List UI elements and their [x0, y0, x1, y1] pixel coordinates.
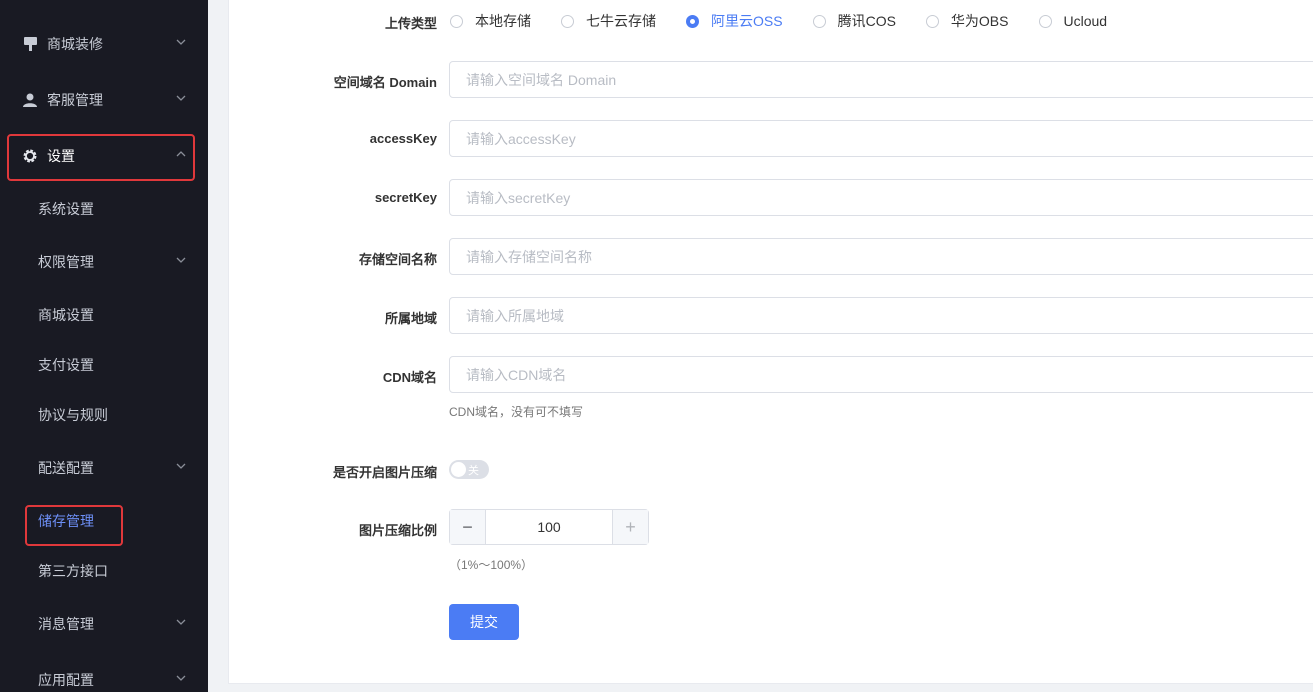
sidebar-item-label: 客服管理 — [47, 92, 103, 108]
radio-dot[interactable] — [561, 14, 574, 28]
ratio-value[interactable]: 100 — [486, 510, 612, 544]
sidebar-item-label: 支付设置 — [38, 357, 94, 373]
sidebar-item-label: 消息管理 — [38, 616, 94, 632]
cdn-label: CDN域名 — [382, 370, 437, 385]
sidebar-item-app-config[interactable]: 应用配置 — [0, 655, 208, 692]
sidebar-item-label: 商城设置 — [38, 307, 94, 323]
sidebar-item-label: 商城装修 — [47, 36, 103, 52]
domain-label: 空间域名 Domain — [333, 75, 437, 90]
sidebar-item-messages[interactable]: 消息管理 — [0, 599, 208, 649]
radio-local-storage[interactable]: 本地存储 — [450, 11, 531, 31]
access-key-input[interactable] — [449, 120, 1313, 157]
sidebar-item-delivery-config[interactable]: 配送配置 — [0, 443, 208, 493]
content-card — [228, 0, 1313, 684]
radio-label: 本地存储 — [475, 13, 531, 29]
sidebar-item-third-party[interactable]: 第三方接口 — [0, 546, 208, 596]
chevron-down-icon — [176, 461, 186, 471]
ratio-label: 图片压缩比例 — [358, 523, 437, 538]
decrease-button[interactable]: − — [450, 510, 486, 544]
user-icon — [22, 92, 38, 108]
chevron-down-icon — [176, 93, 186, 103]
radio-dot[interactable] — [450, 14, 463, 28]
increase-button[interactable]: + — [612, 510, 648, 544]
storage-highlight-box — [25, 505, 123, 546]
submit-button[interactable]: 提交 — [449, 604, 519, 640]
bucket-label: 存储空间名称 — [358, 252, 437, 267]
bucket-input[interactable] — [449, 238, 1313, 275]
region-input[interactable] — [449, 297, 1313, 334]
radio-aliyun-oss[interactable]: 阿里云OSS — [686, 11, 783, 31]
radio-tencent-cos[interactable]: 腾讯COS — [812, 11, 896, 31]
settings-highlight-box — [7, 134, 195, 181]
radio-dot[interactable] — [686, 14, 699, 28]
chevron-down-icon — [176, 255, 186, 265]
toggle-knob — [451, 462, 466, 477]
sidebar-item-label: 配送配置 — [38, 460, 94, 476]
chevron-down-icon — [176, 673, 186, 683]
sidebar-item-label: 应用配置 — [38, 672, 94, 688]
radio-label: 华为OBS — [950, 13, 1009, 29]
radio-dot[interactable] — [1038, 14, 1052, 28]
sidebar-item-payment-settings[interactable]: 支付设置 — [0, 340, 208, 390]
sidebar: 商城装修 客服管理 设置 系统设置 权限管理 商城设置 支付设置 协议与规则 配… — [0, 0, 208, 692]
radio-dot[interactable] — [925, 14, 939, 28]
radio-qiniu[interactable]: 七牛云存储 — [561, 11, 656, 31]
sidebar-item-agreements[interactable]: 协议与规则 — [0, 390, 208, 440]
compress-label: 是否开启图片压缩 — [332, 465, 437, 480]
radio-huawei-obs[interactable]: 华为OBS — [925, 11, 1009, 31]
sidebar-item-label: 系统设置 — [38, 201, 94, 217]
sidebar-item-permissions[interactable]: 权限管理 — [0, 237, 208, 287]
sidebar-item-mall-decoration[interactable]: 商城装修 — [0, 19, 208, 69]
radio-label: 腾讯COS — [837, 13, 896, 29]
cdn-input[interactable] — [449, 356, 1313, 393]
ratio-hint: （1%～100%） — [449, 558, 534, 572]
domain-input[interactable] — [449, 61, 1313, 98]
ratio-stepper: − 100 + — [449, 509, 649, 545]
sidebar-item-label: 第三方接口 — [38, 563, 108, 579]
radio-label: Ucloud — [1063, 13, 1108, 29]
chevron-down-icon — [176, 617, 186, 627]
radio-label: 七牛云存储 — [586, 13, 656, 29]
radio-dot[interactable] — [812, 14, 826, 28]
upload-type-label: 上传类型 — [384, 16, 437, 31]
region-label: 所属地域 — [384, 311, 437, 326]
sidebar-item-mall-settings[interactable]: 商城设置 — [0, 290, 208, 340]
chevron-down-icon — [176, 37, 186, 47]
sidebar-item-customer-service[interactable]: 客服管理 — [0, 75, 208, 125]
sidebar-item-system-settings[interactable]: 系统设置 — [0, 184, 208, 234]
toggle-text: 关 — [468, 465, 479, 477]
sidebar-item-label: 权限管理 — [38, 254, 94, 270]
access-key-label: accessKey — [369, 131, 437, 146]
radio-ucloud[interactable]: Ucloud — [1038, 13, 1108, 29]
sidebar-item-label: 协议与规则 — [38, 407, 108, 423]
brush-icon — [22, 36, 38, 52]
cdn-hint: CDN域名，没有可不填写 — [449, 405, 583, 419]
compress-toggle[interactable]: 关 — [449, 460, 489, 479]
secret-key-label: secretKey — [374, 190, 437, 205]
radio-label: 阿里云OSS — [711, 13, 783, 29]
secret-key-input[interactable] — [449, 179, 1313, 216]
upload-type-radio-group: 本地存储 七牛云存储 阿里云OSS 腾讯COS 华为OBS Ucloud — [450, 11, 1137, 31]
